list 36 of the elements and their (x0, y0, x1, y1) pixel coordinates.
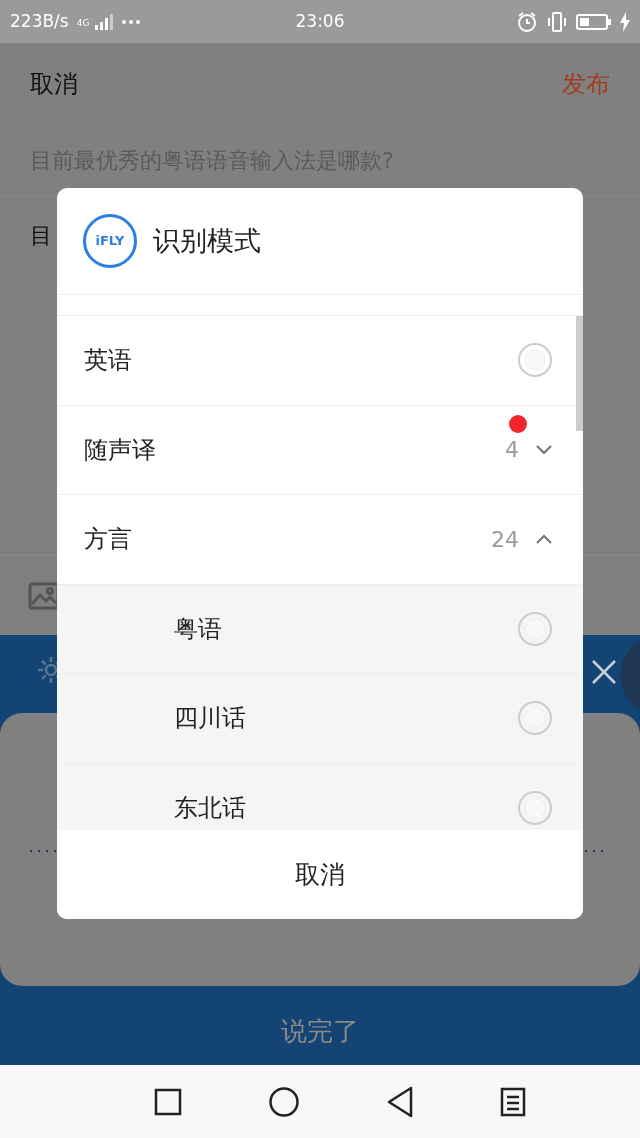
menu-icon[interactable] (500, 1086, 526, 1117)
logo: iFLY (83, 214, 137, 268)
dialog-title: 识别模式 (153, 223, 261, 258)
radio-button[interactable] (517, 700, 553, 737)
scrollbar[interactable] (576, 316, 583, 431)
dialect-item[interactable]: 四川话 (57, 674, 583, 764)
dialect-item[interactable]: 粤语 (57, 584, 583, 674)
alarm-icon (516, 10, 538, 33)
dialect-item[interactable]: 东北话 (57, 763, 583, 830)
more-icon (121, 18, 142, 25)
mode-group[interactable]: 方言 24 (57, 495, 583, 585)
radio-button[interactable] (517, 342, 553, 379)
radio-button[interactable] (517, 789, 553, 826)
image-icon[interactable] (28, 581, 60, 610)
home-icon[interactable] (268, 1085, 300, 1118)
close-icon[interactable] (591, 659, 617, 685)
dialect-label: 东北话 (174, 792, 246, 824)
clock-time: 23:06 (295, 9, 345, 33)
network-speed: 223B/s (10, 9, 69, 33)
cancel-link[interactable]: 取消 (30, 66, 78, 102)
vibrate-icon (546, 10, 568, 33)
dialect-label: 四川话 (174, 703, 246, 735)
battery-icon (576, 12, 612, 31)
mode-label: 随声译 (84, 434, 156, 466)
charging-icon (620, 11, 630, 32)
network-type: 4G (76, 17, 90, 30)
mode-label: 英语 (84, 345, 132, 377)
recent-apps-icon[interactable] (154, 1087, 182, 1116)
signal-icon (93, 12, 114, 31)
mode-label: 方言 (84, 524, 132, 556)
item-count: 24 (491, 526, 519, 552)
item-count: 4 (505, 437, 519, 463)
body-text: 目 (30, 223, 52, 248)
dialect-label: 粤语 (174, 613, 222, 645)
radio-button[interactable] (517, 610, 553, 647)
back-icon[interactable] (386, 1085, 414, 1118)
